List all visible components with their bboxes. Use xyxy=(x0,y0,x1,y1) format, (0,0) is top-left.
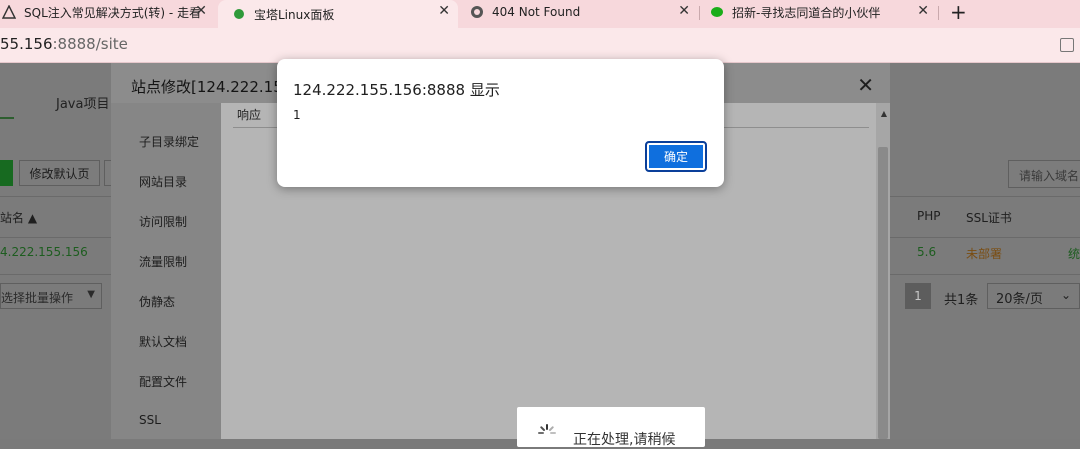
tab-separator xyxy=(938,6,939,20)
tab-close-icon[interactable]: ✕ xyxy=(678,3,690,19)
stats-link[interactable]: 统 xyxy=(1068,245,1080,262)
ok-button[interactable]: 确定 xyxy=(645,141,707,172)
share-icon[interactable] xyxy=(1060,38,1074,52)
domain-search-input[interactable]: 请输入域名 xyxy=(1008,160,1080,188)
menu-item-access-limit[interactable]: 访问限制 xyxy=(139,213,187,230)
ssl-status[interactable]: 未部署 xyxy=(966,245,1002,262)
tab-title: SQL注入常见解决方式(转) - 走看 xyxy=(24,5,202,20)
browser-tab-sql[interactable]: SQL注入常见解决方式(转) - 走看 ✕ xyxy=(0,0,215,24)
menu-item-traffic-limit[interactable]: 流量限制 xyxy=(139,253,187,270)
modify-default-page-button[interactable]: 修改默认页 xyxy=(19,160,100,186)
tab-title: 招新-寻找志同道合的小伙伴 xyxy=(732,5,881,20)
close-icon[interactable]: ✕ xyxy=(857,73,874,97)
chevron-down-icon: ⌄ xyxy=(1060,288,1071,302)
modal-side-menu: 子目录绑定 网站目录 访问限制 流量限制 伪静态 默认文档 配置文件 SSL xyxy=(111,103,221,439)
url-text[interactable]: 55.156:8888/site xyxy=(0,35,128,53)
url-host: 55.156 xyxy=(0,35,53,53)
scroll-up-icon[interactable]: ▲ xyxy=(881,109,887,118)
alert-dialog: 124.222.155.156:8888 显示 1 确定 xyxy=(277,59,724,187)
menu-item-rewrite[interactable]: 伪静态 xyxy=(139,293,175,310)
menu-item-config-file[interactable]: 配置文件 xyxy=(139,373,187,390)
column-ssl: SSL证书 xyxy=(966,211,1012,225)
new-tab-button[interactable]: + xyxy=(950,0,967,24)
alert-title: 124.222.155.156:8888 显示 xyxy=(293,81,500,99)
globe-icon xyxy=(471,6,483,18)
column-site-name[interactable]: 站名 ▲ xyxy=(0,209,37,226)
alert-message: 1 xyxy=(293,108,301,122)
loading-text: 正在处理,请稍候 xyxy=(573,432,676,448)
nav-tab-php[interactable] xyxy=(0,77,14,119)
tab-close-icon[interactable]: ✕ xyxy=(195,3,207,19)
tab-close-icon[interactable]: ✕ xyxy=(438,3,450,19)
address-bar[interactable]: 55.156:8888/site xyxy=(0,28,1080,63)
browser-tab-baota[interactable]: 宝塔Linux面板 ✕ xyxy=(218,0,458,28)
menu-item-default-doc[interactable]: 默认文档 xyxy=(139,333,187,350)
tab-title: 404 Not Found xyxy=(492,5,581,19)
page-size-label: 20条/页 xyxy=(996,292,1043,307)
column-php: PHP xyxy=(917,209,941,223)
browser-tab-recruit[interactable]: 招新-寻找志同道合的小伙伴 ✕ xyxy=(700,0,937,24)
spinner-icon xyxy=(538,424,556,434)
menu-item-ssl[interactable]: SSL xyxy=(139,413,161,427)
site-favicon-icon xyxy=(2,5,16,19)
wechat-favicon-icon xyxy=(711,7,723,17)
menu-item-site-dir[interactable]: 网站目录 xyxy=(139,173,187,190)
tab-close-icon[interactable]: ✕ xyxy=(917,3,929,19)
nav-tab-java[interactable]: Java项目 xyxy=(56,93,109,112)
add-site-button[interactable] xyxy=(0,160,13,186)
tab-response[interactable]: 响应 xyxy=(237,106,277,128)
batch-select-label: 选择批量操作 xyxy=(1,291,74,305)
browser-tab-404[interactable]: 404 Not Found ✕ xyxy=(460,0,698,24)
site-link[interactable]: 4.222.155.156 xyxy=(0,245,88,259)
page-number-current[interactable]: 1 xyxy=(905,283,931,309)
url-path: :8888/site xyxy=(52,35,128,53)
menu-item-subdir-binding[interactable]: 子目录绑定 xyxy=(139,133,199,150)
modal-title: 站点修改[124.222.155. xyxy=(131,78,298,96)
page-size-select[interactable]: 20条/页 ⌄ xyxy=(987,283,1080,309)
php-version[interactable]: 5.6 xyxy=(917,245,936,259)
batch-operation-select[interactable]: 选择批量操作 ▼ xyxy=(0,283,102,309)
caret-down-icon: ▼ xyxy=(87,289,95,300)
scrollbar[interactable]: ▲ xyxy=(876,103,890,439)
baota-favicon-icon xyxy=(234,9,244,19)
browser-tab-strip: SQL注入常见解决方式(转) - 走看 ✕ 宝塔Linux面板 ✕ 404 No… xyxy=(0,0,1080,28)
tab-title: 宝塔Linux面板 xyxy=(254,7,335,22)
loading-toast: 正在处理,请稍候 xyxy=(517,407,705,448)
page-total: 共1条 xyxy=(944,293,979,308)
scrollbar-thumb[interactable] xyxy=(878,147,888,439)
